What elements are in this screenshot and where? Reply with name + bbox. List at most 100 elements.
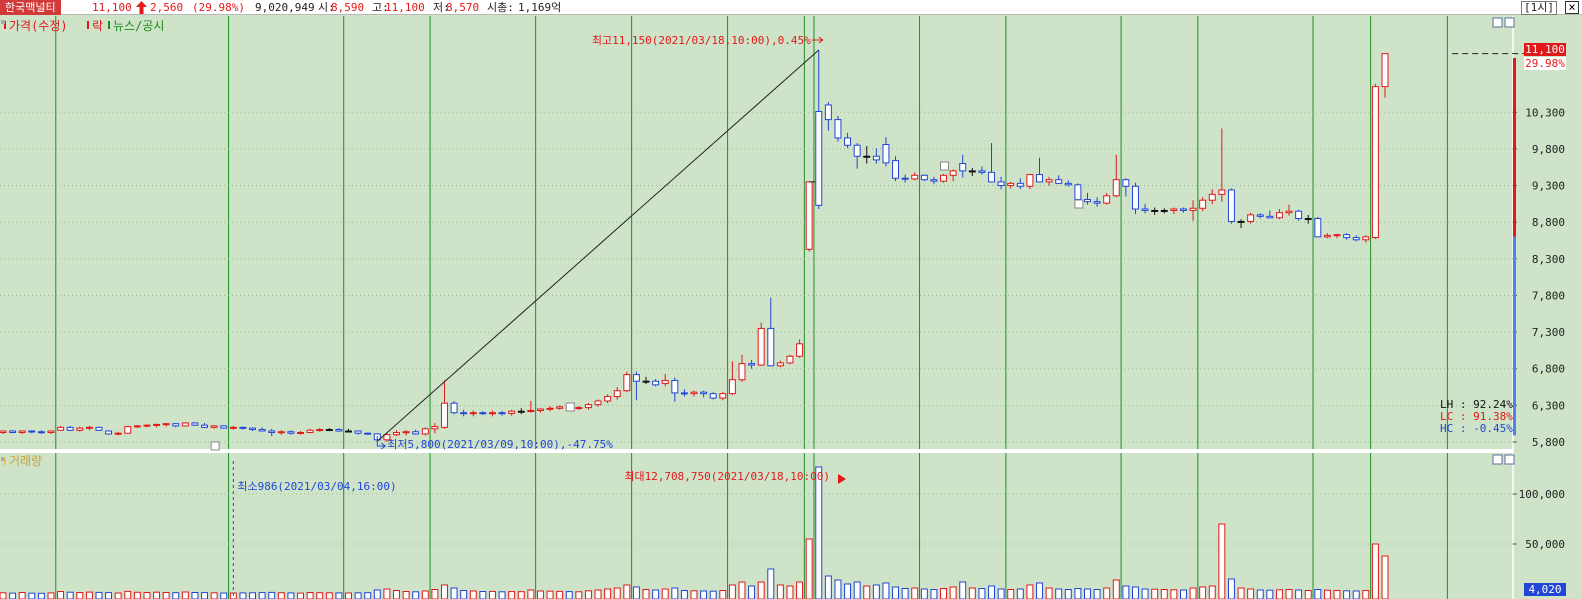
volume-bar [316,592,324,599]
panel-minimize-button[interactable] [1492,454,1503,465]
candle-body [911,174,919,180]
volume-bar [85,591,93,599]
candle-body [1170,208,1178,211]
news-marker-icon[interactable] [565,402,575,412]
volume-bar [959,581,967,599]
volume-tick-label: 50,000 [1525,538,1565,551]
candle-body [153,423,161,426]
news-marker-icon[interactable] [1074,199,1084,209]
candle-body [757,327,765,366]
volume-bar [297,592,304,599]
news-marker-icon[interactable] [940,161,950,171]
candle-body [1285,210,1293,214]
volume-bar [1112,579,1120,599]
candle-body [287,431,295,434]
candle-body [1026,174,1034,187]
volume-bar [373,589,381,599]
candle-body [1362,236,1370,241]
candle-body [191,422,199,426]
candle-body [460,412,468,415]
candle-body [124,426,132,434]
candle-body [968,170,976,173]
candle-body [1218,189,1226,195]
candle-body [748,363,756,366]
candle-body [556,406,564,409]
volume-bar [325,592,333,599]
high-annotation: 최고11,150(2021/03/18,10:00),0.45% [592,34,811,47]
candle-body [479,412,487,415]
candle-body [47,430,55,433]
price-tick-label: 10,300 [1525,106,1565,119]
price-tick-label: 7,800 [1532,289,1565,302]
volume-bar [440,584,448,599]
volume-bar [181,591,189,599]
volume-bar [536,590,544,599]
candle-body [1199,199,1207,209]
panel-handle-icon [1,20,5,24]
volume-bar [364,592,372,599]
stat-label: HC : -0.45% [1440,422,1513,435]
volume-bar [1131,586,1139,599]
volume-bar [776,584,784,599]
candle-body [863,155,871,158]
volume-bar [1371,543,1379,599]
candle-body [940,174,948,182]
volume-bar [565,591,573,599]
volume-bar [239,592,247,599]
candle-body [767,327,775,367]
candle-body [1256,214,1264,217]
volume-bar [1064,589,1072,599]
price-tick-label: 9,300 [1532,180,1565,193]
volume-min-annotation: 최소986(2021/03/04,16:00) [237,480,396,493]
candle-body [1064,182,1072,186]
volume-bar [594,589,602,599]
price-panel [0,16,1582,449]
current-price-tag-label: 11,100 [1525,43,1565,56]
candle-body [536,408,544,411]
volume-bar [1362,590,1370,599]
candle-body [335,429,343,432]
volume-bar [469,590,477,599]
candle-body [345,430,352,433]
volume-bar [805,538,813,599]
candle-body [892,160,900,179]
price-tick-label: 7,300 [1532,326,1565,339]
news-marker-icon[interactable] [210,441,220,451]
volume-bar [479,591,487,599]
volume-bar [18,592,26,599]
candle-body [239,426,247,429]
candle-body [325,429,333,432]
volume-bar [1208,585,1216,599]
candle-body [796,343,804,357]
range-bar-up [1513,58,1516,237]
volume-bar [431,589,439,599]
panel-maximize-button[interactable] [1504,17,1515,28]
candle-body [181,422,189,427]
candle-body [642,380,650,383]
panel-maximize-button[interactable] [1504,454,1515,465]
candle-body [114,432,122,435]
candle-body [1093,201,1101,204]
candle-body [1007,182,1015,187]
volume-bar [1055,588,1063,599]
volume-bar [680,590,688,599]
candle-body [613,390,621,398]
candle-body [18,430,26,433]
volume-bar [1323,589,1331,599]
candle-body [268,430,276,433]
candle-body [1237,220,1245,223]
panel-minimize-button[interactable] [1492,17,1503,28]
volume-bar [1016,588,1024,599]
candle-body [1103,195,1111,204]
volume-bar [892,586,900,599]
volume-bar [834,579,842,599]
volume-bar [1084,588,1091,599]
volume-bar [719,590,727,599]
candle-body [690,391,698,395]
volume-bar [143,592,151,599]
volume-bar [1352,590,1360,599]
candle-body [1036,174,1043,183]
candle-body [834,119,842,139]
volume-bar [949,586,957,599]
candle-body [57,426,65,431]
